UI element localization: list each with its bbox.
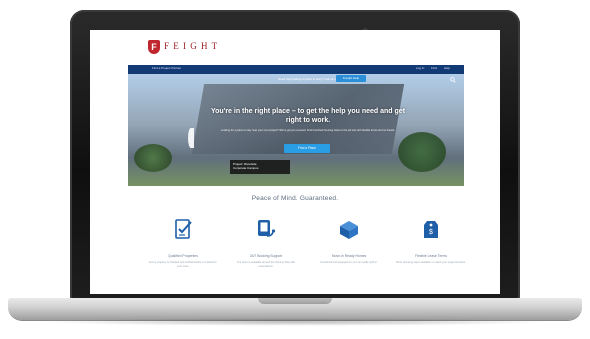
checklist-icon [175,219,192,239]
hero-subtext: Looking for a place to stay near your ne… [220,129,396,132]
feature-description: Every property is checked and verified b… [149,261,217,268]
laptop-notch [258,298,332,304]
feature-description: Our team is available around the clock t… [237,261,295,268]
hero-slider-prev[interactable] [188,128,194,148]
search-icon[interactable] [450,77,456,83]
brand-name[interactable]: F E I G H T [164,41,218,51]
feature-label: Flexible Lease Terms [415,254,447,258]
laptop-base [8,298,582,320]
top-navigation: Find a Project Partner Log In Find Help [128,65,464,74]
house-box-icon [340,221,358,239]
nav-link-login[interactable]: Log In [416,66,424,70]
phone-help-text: Need help finding a place to stay? Call … [278,77,341,81]
hero-caption-line2: Corporate Campus [233,166,259,170]
feature-card[interactable]: Move-in Ready Homes Furnished and equipp… [314,217,384,265]
hero-banner: Need help finding a place to stay? Call … [128,74,464,186]
laptop: F F E I G H T Find a Project Partner Log… [0,0,590,339]
site-header: F F E I G H T [90,30,500,64]
feature-description: Short and long stays available to match … [396,261,466,264]
feature-card[interactable]: Qualified Properties Every property is c… [148,217,218,269]
hero-tree-image [134,144,172,172]
section-title: Peace of Mind. Guaranteed. [251,195,339,202]
feature-card[interactable]: $ Flexible Lease Terms Short and long st… [396,217,466,265]
price-tag-icon: $ [424,221,438,238]
hero-tree-image [398,132,446,172]
svg-text:$: $ [429,229,433,236]
nav-link-find-partner[interactable]: Find a Project Partner [152,66,181,70]
feature-label: 24/7 Booking Support [249,254,283,258]
feature-label: Move-in Ready Homes [331,254,367,258]
brand-logo[interactable]: F [148,40,160,54]
nav-right-links: Log In Find Help [410,66,450,70]
nav-link-find[interactable]: Find [431,66,437,70]
feature-label: Qualified Properties [168,254,198,258]
laptop-shadow [40,318,550,326]
feature-card[interactable]: 24/7 Booking Support Our team is availab… [231,217,301,269]
phone-help-button[interactable]: Freight Help [336,75,366,82]
hero-caption: Project: Riverside Corporate Campus [230,160,290,174]
hero-headline: You're in the right place – to get the h… [210,108,406,124]
phone-support-icon [258,220,276,237]
find-place-button[interactable]: Find a Place [284,144,330,153]
nav-link-help[interactable]: Help [444,66,450,70]
laptop-screen: F F E I G H T Find a Project Partner Log… [90,30,500,294]
feature-description: Furnished and equipped so you can settle… [320,261,378,264]
